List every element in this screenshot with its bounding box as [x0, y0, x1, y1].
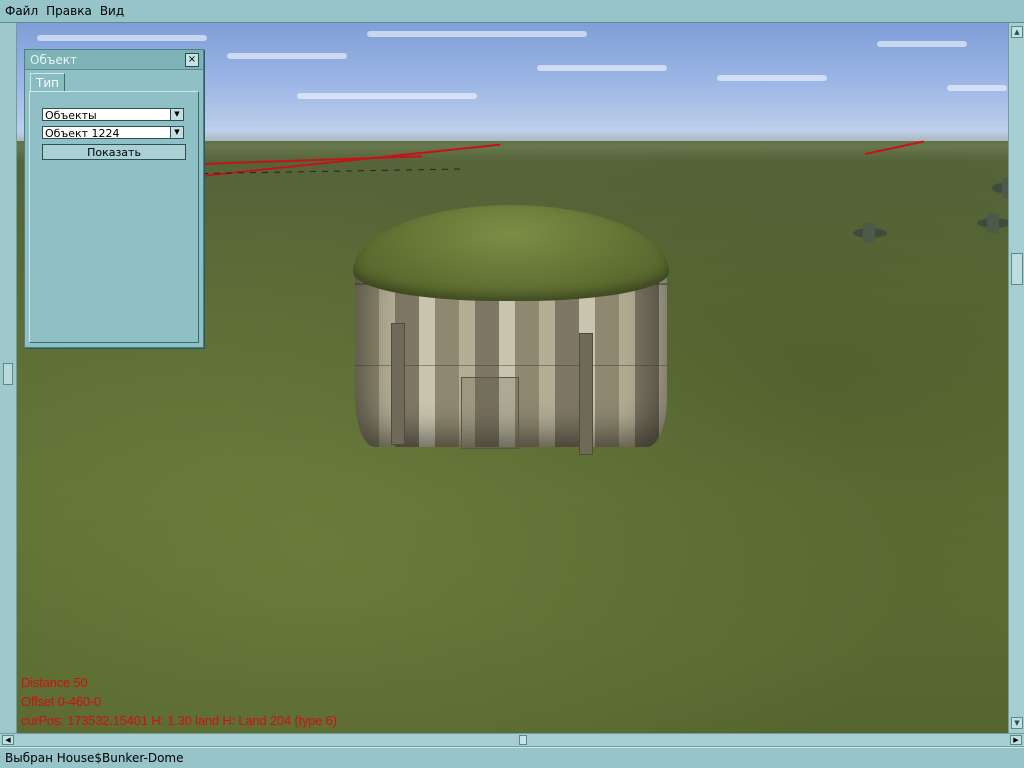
left-scroll-thumb[interactable]	[3, 363, 13, 385]
tab-panel: Объекты ▼ Объект 1224 ▼ Показать	[29, 91, 199, 343]
scroll-up-icon[interactable]: ▲	[1011, 26, 1023, 38]
object-select-value: Объект 1224	[45, 127, 120, 140]
status-bar: Выбран House$Bunker-Dome	[0, 747, 1024, 768]
close-icon[interactable]: ×	[185, 52, 199, 67]
menu-view[interactable]: Вид	[96, 0, 128, 22]
object-window-titlebar[interactable]: Объект ×	[25, 50, 203, 70]
cloud	[877, 41, 967, 47]
bunker-door	[461, 377, 519, 449]
category-select-value: Объекты	[45, 109, 97, 122]
menu-edit[interactable]: Правка	[42, 0, 96, 22]
bunker-dome-object[interactable]	[353, 205, 673, 465]
menu-file[interactable]: Файл	[0, 0, 42, 22]
scroll-down-icon[interactable]: ▼	[1011, 717, 1023, 729]
horizontal-scroll-thumb[interactable]	[519, 735, 527, 745]
object-select[interactable]: Объект 1224 ▼	[42, 126, 184, 140]
menu-bar: Файл Правка Вид	[0, 0, 1024, 23]
cloud	[227, 53, 347, 59]
vertical-scroll-thumb[interactable]	[1011, 253, 1023, 285]
aircraft-icon[interactable]	[853, 223, 887, 243]
tab-type[interactable]: Тип	[30, 73, 65, 92]
scroll-left-icon[interactable]: ◀	[2, 735, 14, 745]
show-button[interactable]: Показать	[42, 144, 186, 160]
status-text: Выбран House$Bunker-Dome	[5, 751, 184, 765]
object-window: Объект × Тип Объекты ▼ Объект 1224 ▼ Пок…	[24, 49, 204, 348]
debug-distance: Distance 50	[21, 675, 88, 690]
horizontal-scrollbar[interactable]: ◀ ▶	[0, 733, 1024, 747]
category-select[interactable]: Объекты ▼	[42, 108, 184, 122]
aircraft-icon[interactable]	[977, 213, 1008, 233]
cloud	[297, 93, 477, 99]
cloud	[367, 31, 587, 37]
vertical-scrollbar[interactable]: ▲ ▼	[1008, 23, 1024, 733]
bunker-slit	[391, 323, 405, 445]
object-window-title: Объект	[30, 52, 77, 67]
cloud	[37, 35, 207, 41]
bunker-dome-roof	[353, 205, 669, 301]
aircraft-icon[interactable]	[992, 178, 1008, 198]
left-scroll-strip[interactable]	[0, 23, 17, 733]
chevron-down-icon[interactable]: ▼	[170, 109, 183, 120]
cloud	[947, 85, 1007, 91]
debug-position: curPos: 173532.15401 H: 1.30 land H: Lan…	[21, 713, 337, 728]
debug-overlay: Distance 50 Offset 0-460-0 curPos: 17353…	[21, 673, 337, 730]
scroll-right-icon[interactable]: ▶	[1010, 735, 1022, 745]
chevron-down-icon[interactable]: ▼	[170, 127, 183, 138]
cloud	[537, 65, 667, 71]
debug-offset: Offset 0-460-0	[21, 694, 102, 709]
bunker-slit	[579, 333, 593, 455]
cloud	[717, 75, 827, 81]
